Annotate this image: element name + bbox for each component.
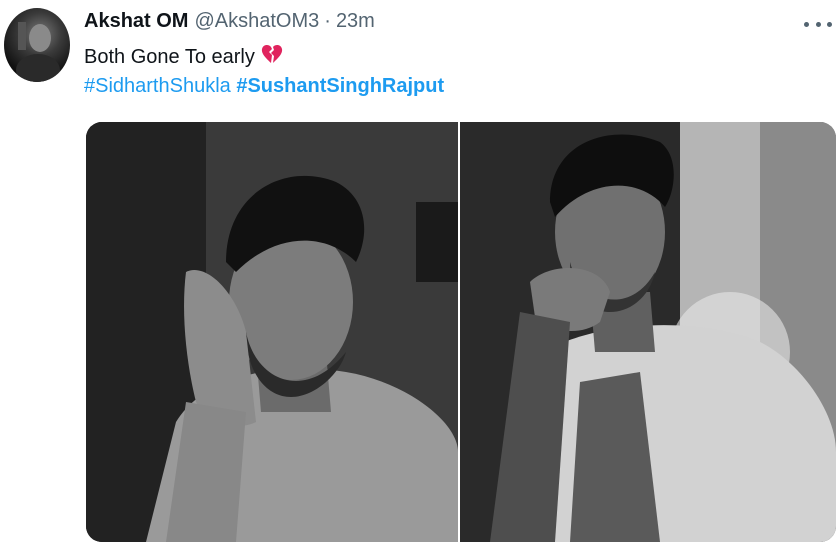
tweet[interactable]: Akshat OM @AkshatOM3 · 23m Both Gone To …	[0, 0, 840, 556]
sushant-singh-rajput-photo[interactable]	[460, 122, 836, 542]
more-options-button[interactable]	[804, 16, 832, 32]
tweet-header: Akshat OM @AkshatOM3 · 23m	[84, 10, 375, 33]
tweet-text-body: Both Gone To early	[84, 45, 255, 68]
separator-dot: ·	[324, 10, 331, 32]
sidharth-shukla-photo[interactable]	[86, 122, 458, 542]
hashtag-sidharthshukla[interactable]: #SidharthShukla	[84, 75, 231, 97]
user-handle[interactable]: @AkshatOM3	[194, 10, 319, 33]
tweet-text: Both Gone To early	[84, 44, 283, 70]
broken-heart-icon	[261, 44, 283, 70]
more-dot-icon	[815, 21, 821, 27]
display-name[interactable]: Akshat OM	[84, 10, 188, 33]
timestamp[interactable]: 23m	[336, 10, 375, 33]
more-dot-icon	[804, 21, 809, 27]
tweet-media	[86, 122, 836, 542]
more-dot-icon	[827, 21, 832, 27]
avatar[interactable]	[4, 8, 70, 82]
hashtags: #SidharthShukla #SushantSinghRajput	[84, 75, 444, 98]
hashtag-sushantsinghrajput[interactable]: #SushantSinghRajput	[236, 75, 444, 97]
